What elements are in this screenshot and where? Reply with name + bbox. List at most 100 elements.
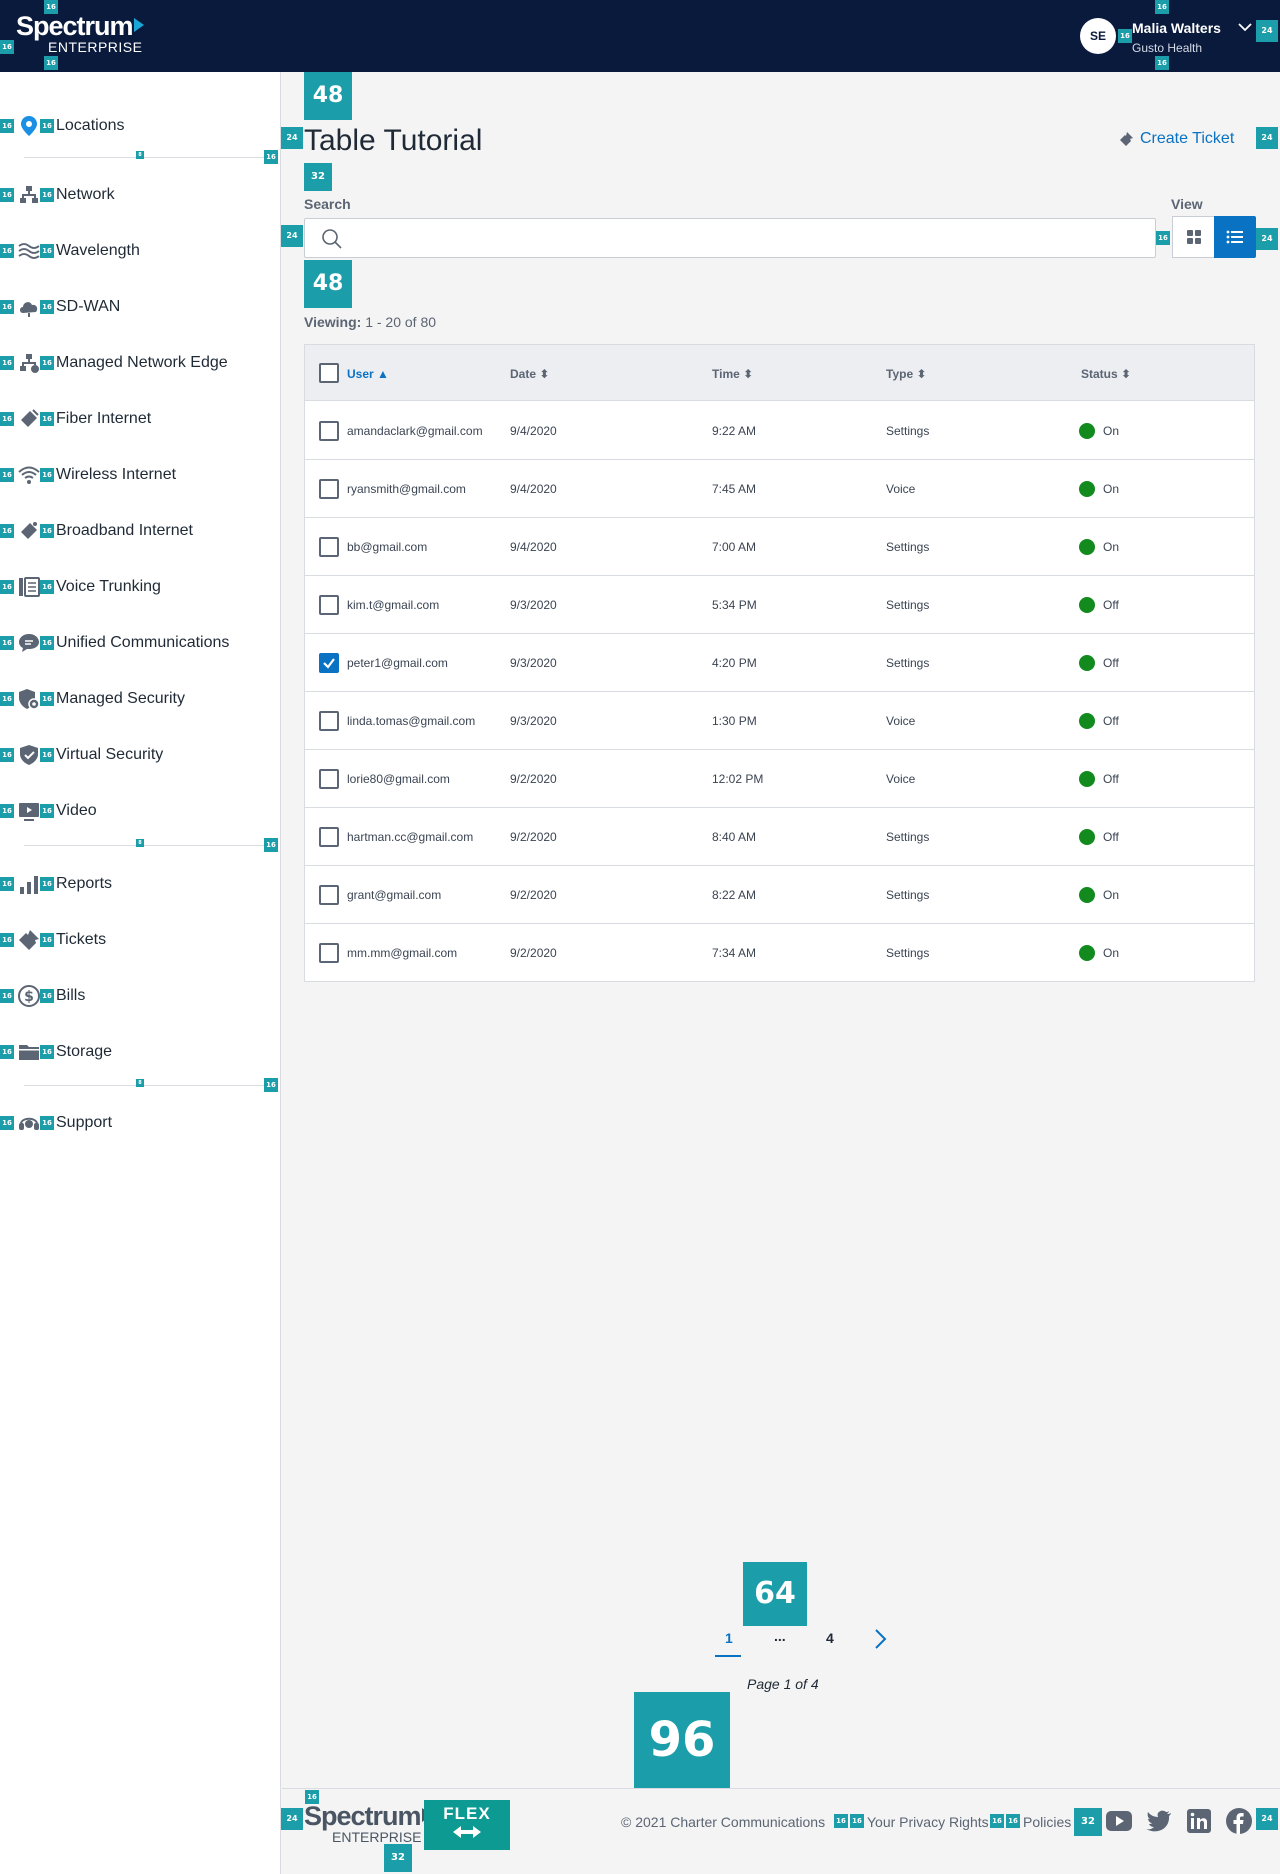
select-all-checkbox[interactable] xyxy=(319,363,339,383)
spacing-tag: 16 xyxy=(0,1045,14,1059)
sidebar-item-video[interactable]: Video xyxy=(18,797,97,825)
cell-user: kim.t@gmail.com xyxy=(347,598,440,612)
status-dot-icon xyxy=(1079,597,1095,613)
table-row[interactable]: lorie80@gmail.com 9/2/2020 12:02 PM Voice Of… xyxy=(305,750,1254,808)
column-header-time[interactable]: Time ⬍ xyxy=(712,367,753,381)
sidebar-item-wavelength[interactable]: Wavelength xyxy=(18,237,140,265)
search-input[interactable] xyxy=(304,218,1156,258)
footer-spectrum-logo[interactable]: Spectrum ENTERPRISE xyxy=(304,1802,432,1844)
list-view-button[interactable] xyxy=(1214,216,1256,258)
page-4-button[interactable]: 4 xyxy=(826,1630,834,1646)
footer-divider xyxy=(282,1788,1280,1789)
table-row[interactable]: grant@gmail.com 9/2/2020 8:22 AM Settings On xyxy=(305,866,1254,924)
chevron-right-icon[interactable] xyxy=(874,1628,888,1650)
cell-status: On xyxy=(1103,946,1120,960)
row-checkbox[interactable] xyxy=(319,769,339,789)
page-1-button[interactable]: 1 xyxy=(725,1630,733,1646)
table-row[interactable]: bb@gmail.com 9/4/2020 7:00 AM Settings On xyxy=(305,518,1254,576)
row-checkbox[interactable] xyxy=(319,421,339,441)
sidebar-divider xyxy=(24,157,264,158)
sidebar-item-sd-wan[interactable]: SD-WAN xyxy=(18,293,120,321)
voice-icon xyxy=(18,576,40,598)
user-name[interactable]: Malia Walters xyxy=(1132,20,1221,36)
spacing-tag: 24 xyxy=(281,1808,303,1830)
location-pin-icon xyxy=(18,115,40,137)
grid-view-button[interactable] xyxy=(1172,216,1214,258)
table-row[interactable]: peter1@gmail.com 9/3/2020 4:20 PM Settings O… xyxy=(305,634,1254,692)
spacing-tag: 16 xyxy=(0,244,14,258)
spacing-tag: 16 xyxy=(834,1814,848,1828)
cell-user: hartman.cc@gmail.com xyxy=(347,830,474,844)
cell-user: grant@gmail.com xyxy=(347,888,442,902)
sidebar-item-tickets[interactable]: Tickets xyxy=(18,926,106,954)
spacing-tag: 16 xyxy=(40,636,54,650)
row-checkbox[interactable] xyxy=(319,827,339,847)
ticket-icon xyxy=(18,929,40,951)
wifi-icon xyxy=(18,464,40,486)
active-page-underline xyxy=(715,1655,741,1657)
sidebar-item-fiber-internet[interactable]: Fiber Internet xyxy=(18,405,151,433)
table-row[interactable]: mm.mm@gmail.com 9/2/2020 7:34 AM Settings On xyxy=(305,924,1254,982)
spacing-tag: 24 xyxy=(1256,228,1278,250)
cell-date: 9/2/2020 xyxy=(510,772,557,786)
cell-user: mm.mm@gmail.com xyxy=(347,946,458,960)
spacing-tag: 16 xyxy=(0,119,14,133)
linkedin-icon[interactable] xyxy=(1186,1808,1212,1834)
facebook-icon[interactable] xyxy=(1226,1808,1252,1834)
youtube-icon[interactable] xyxy=(1106,1808,1132,1834)
row-checkbox[interactable] xyxy=(319,653,339,673)
create-ticket-button[interactable]: Create Ticket xyxy=(1118,130,1234,148)
row-checkbox[interactable] xyxy=(319,885,339,905)
cell-status: On xyxy=(1103,540,1120,554)
table-row[interactable]: amandaclark@gmail.com 9/4/2020 9:22 AM Sett… xyxy=(305,402,1254,460)
spacing-tag: 16 xyxy=(0,40,14,54)
twitter-icon[interactable] xyxy=(1146,1808,1172,1834)
spacing-tag: 32 xyxy=(304,163,332,191)
table-row[interactable]: kim.t@gmail.com 9/3/2020 5:34 PM Settings Of… xyxy=(305,576,1254,634)
sidebar-item-label: Storage xyxy=(56,1043,113,1060)
spacing-tag: 32 xyxy=(1074,1808,1102,1836)
cell-type: Settings xyxy=(886,656,930,670)
column-header-date[interactable]: Date ⬍ xyxy=(510,367,549,381)
row-checkbox[interactable] xyxy=(319,479,339,499)
spacing-tag: 16 xyxy=(40,468,54,482)
table-row[interactable]: hartman.cc@gmail.com 9/2/2020 8:40 AM Setti… xyxy=(305,808,1254,866)
sidebar-item-reports[interactable]: Reports xyxy=(18,870,112,898)
dollar-icon: $ xyxy=(18,985,40,1007)
spacing-tag: 48 xyxy=(304,260,352,308)
policies-link[interactable]: Policies xyxy=(1023,1814,1071,1830)
row-checkbox[interactable] xyxy=(319,595,339,615)
spacing-tag: 16 xyxy=(40,119,54,133)
pagination-ellipsis: ... xyxy=(774,1628,786,1644)
sidebar-item-locations[interactable]: Locations xyxy=(18,112,125,140)
sidebar-item-support[interactable]: Support xyxy=(18,1109,112,1137)
status-dot-icon xyxy=(1079,887,1095,903)
row-checkbox[interactable] xyxy=(319,943,339,963)
spacing-tag: 16 xyxy=(40,877,54,891)
sidebar-item-label: Network xyxy=(56,186,115,203)
privacy-rights-link[interactable]: Your Privacy Rights xyxy=(867,1814,989,1830)
column-header-user[interactable]: User ▲ xyxy=(347,367,389,381)
spacing-tag: 16 xyxy=(40,933,54,947)
cell-status: On xyxy=(1103,482,1120,496)
cell-date: 9/3/2020 xyxy=(510,656,557,670)
flex-badge[interactable]: FLEX xyxy=(424,1800,510,1850)
spacing-tag: 16 xyxy=(0,524,14,538)
cell-date: 9/2/2020 xyxy=(510,946,557,960)
sidebar-item-network[interactable]: Network xyxy=(18,181,115,209)
spectrum-logo[interactable]: Spectrum ENTERPRISE xyxy=(16,12,144,54)
sidebar-item-label: Voice Trunking xyxy=(56,578,161,595)
table-row[interactable]: ryansmith@gmail.com 9/4/2020 7:45 AM Voice O… xyxy=(305,460,1254,518)
chevron-down-icon[interactable] xyxy=(1238,20,1252,34)
status-dot-icon xyxy=(1079,655,1095,671)
avatar[interactable]: SE xyxy=(1080,18,1116,54)
row-checkbox[interactable] xyxy=(319,537,339,557)
table-row[interactable]: linda.tomas@gmail.com 9/3/2020 1:30 PM Voic… xyxy=(305,692,1254,750)
user-company: Gusto Health xyxy=(1132,41,1203,55)
column-header-status[interactable]: Status ⬍ xyxy=(1081,367,1131,381)
row-checkbox[interactable] xyxy=(319,711,339,731)
sidebar-item-storage[interactable]: Storage xyxy=(18,1038,112,1066)
status-dot-icon xyxy=(1079,481,1095,497)
column-header-type[interactable]: Type ⬍ xyxy=(886,367,927,381)
cell-type: Settings xyxy=(886,424,930,438)
